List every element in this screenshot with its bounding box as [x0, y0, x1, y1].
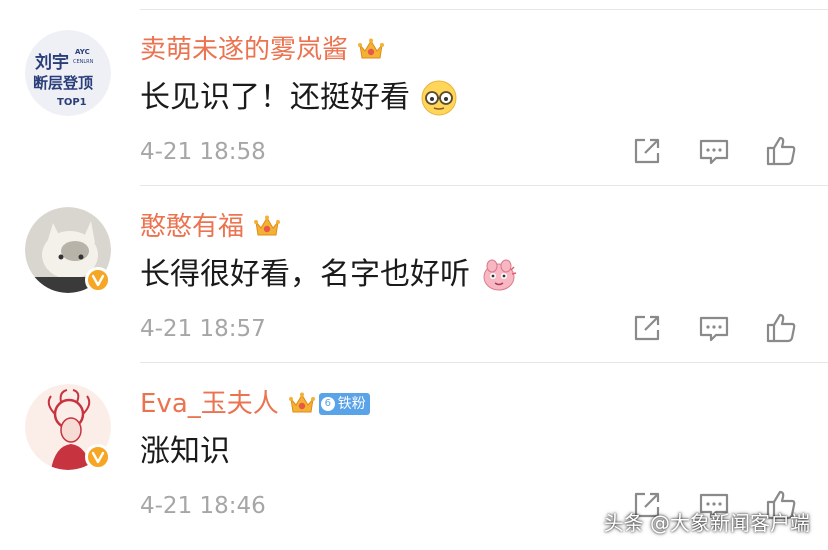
- avatar-text-line2: 断层登顶: [33, 74, 93, 92]
- share-icon: [634, 315, 660, 341]
- crown-icon: [358, 38, 385, 59]
- avatar[interactable]: 刘宇 AYC CENLRN 断层登顶 TOP1: [25, 30, 111, 116]
- fan-level-label: 铁粉: [337, 396, 366, 412]
- glasses-face-emoji: [421, 80, 457, 116]
- avatar-text-top: TOP1: [57, 97, 87, 108]
- crown-icon: [254, 215, 281, 236]
- username[interactable]: 卖萌未遂的雾岚酱: [140, 32, 348, 68]
- comment-item: 憨憨有福 长得很好看，名字也好听 4-21 18:57: [0, 187, 828, 363]
- username-row: 卖萌未遂的雾岚酱: [140, 32, 386, 68]
- comment-button[interactable]: [697, 311, 731, 345]
- share-button[interactable]: [630, 134, 664, 168]
- comment-text: 涨知识: [140, 434, 230, 469]
- avatar-text-small1: AYC: [75, 48, 90, 56]
- verified-v-icon: [91, 451, 105, 464]
- comment-list-page: 刘宇 AYC CENLRN 断层登顶 TOP1 卖萌未遂的雾岚酱 长见识了！还挺…: [0, 0, 828, 550]
- verified-badge: [85, 267, 111, 293]
- share-button[interactable]: [630, 311, 664, 345]
- verified-v-icon: [91, 274, 105, 287]
- comment-content-row: 长见识了！还挺好看: [140, 76, 458, 120]
- like-icon: [766, 313, 796, 343]
- username-row: Eva_玉夫人 6 铁粉: [140, 386, 370, 422]
- like-icon: [766, 136, 796, 166]
- comment-text: 长见识了！还挺好看: [140, 80, 410, 115]
- comment-icon: [699, 316, 729, 342]
- share-icon: [634, 138, 660, 164]
- avatar[interactable]: [25, 384, 111, 470]
- fan-level-number: 6: [320, 397, 335, 411]
- username[interactable]: Eva_玉夫人: [140, 386, 279, 422]
- like-button[interactable]: [764, 134, 798, 168]
- comment-content-row: 长得很好看，名字也好听: [140, 253, 518, 297]
- comment-icon: [699, 139, 729, 165]
- watermark: 头条 @大象新闻客户端: [603, 511, 810, 535]
- divider: [140, 362, 828, 363]
- like-button[interactable]: [764, 311, 798, 345]
- divider: [140, 185, 828, 186]
- avatar-text-line1: 刘宇: [35, 52, 69, 73]
- verified-badge: [85, 444, 111, 470]
- timestamp: 4-21 18:46: [140, 493, 266, 519]
- comment-button[interactable]: [697, 134, 731, 168]
- timestamp: 4-21 18:57: [140, 316, 266, 342]
- comment-content-row: 涨知识: [140, 430, 230, 474]
- comment-item: 刘宇 AYC CENLRN 断层登顶 TOP1 卖萌未遂的雾岚酱 长见识了！还挺…: [0, 10, 828, 186]
- username[interactable]: 憨憨有福: [140, 209, 244, 245]
- fan-level-badge: 6 铁粉: [318, 393, 370, 415]
- avatar[interactable]: [25, 207, 111, 293]
- username-row: 憨憨有福: [140, 209, 282, 245]
- comment-text: 长得很好看，名字也好听: [140, 257, 470, 292]
- pink-creature-emoji: [483, 259, 517, 291]
- avatar-image: 刘宇 AYC CENLRN 断层登顶 TOP1: [25, 30, 111, 116]
- avatar-text-small2: CENLRN: [73, 59, 94, 65]
- crown-icon: [288, 392, 315, 413]
- timestamp: 4-21 18:58: [140, 139, 266, 165]
